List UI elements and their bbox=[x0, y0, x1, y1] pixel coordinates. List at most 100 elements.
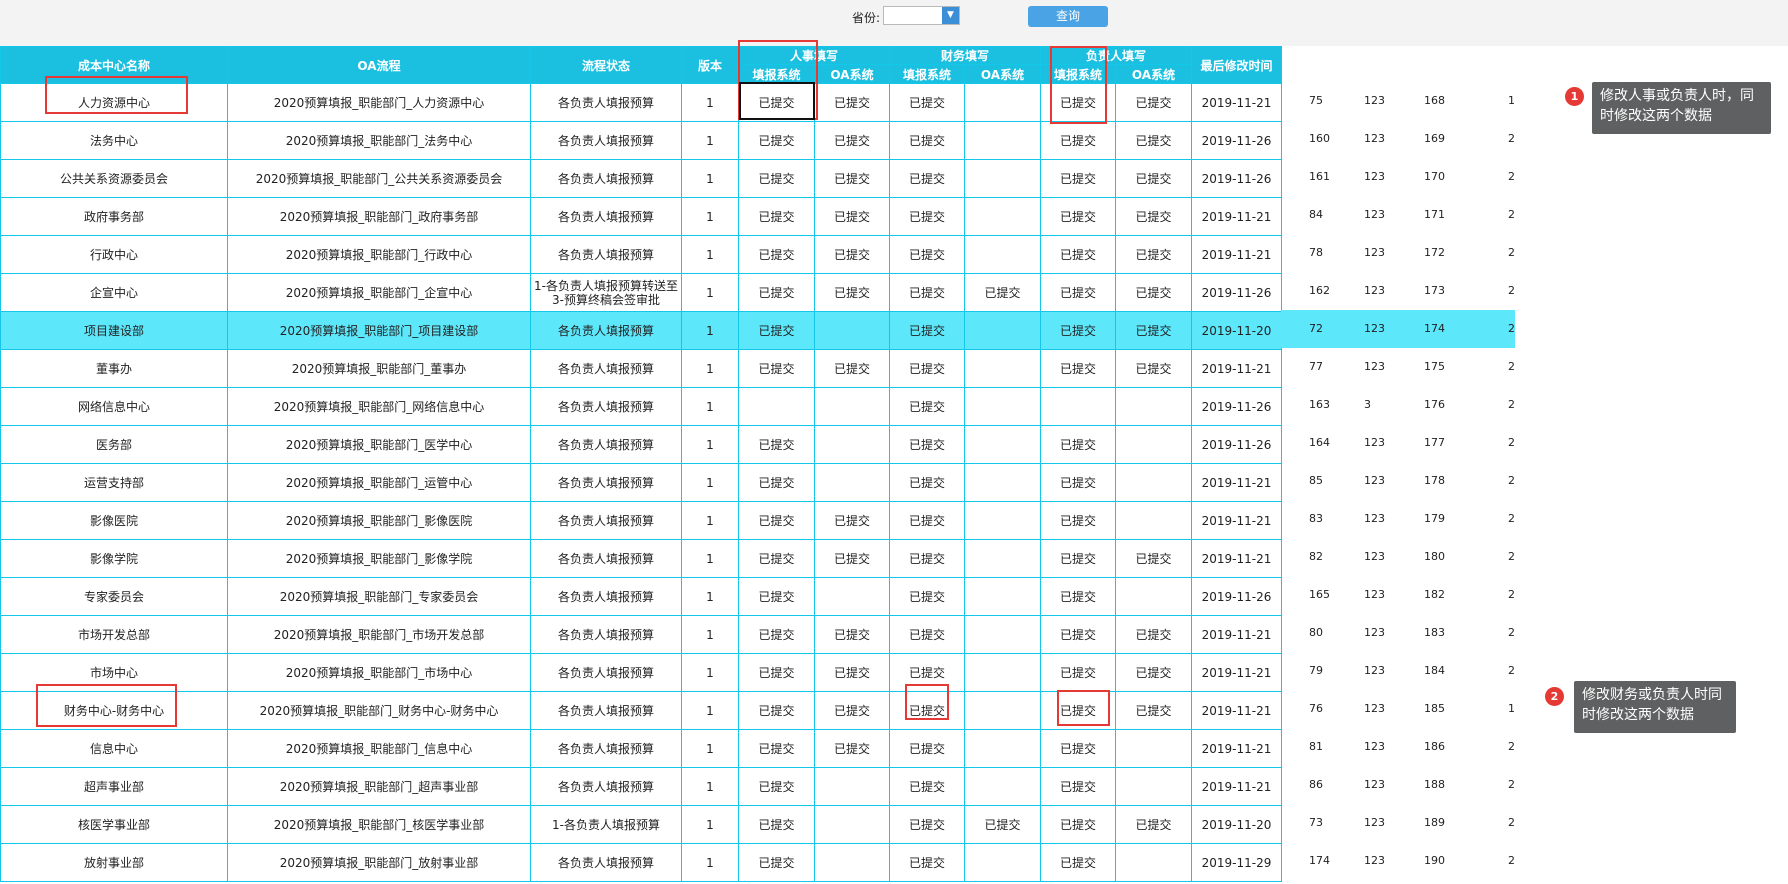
cell-fin-fill[interactable]: 已提交 bbox=[889, 121, 965, 160]
cell-owner-oa[interactable] bbox=[1115, 425, 1192, 464]
cell-hr-oa[interactable]: 已提交 bbox=[814, 615, 890, 654]
table-row[interactable]: 专家委员会 2020预算填报_职能部门_专家委员会 各负责人填报预算 1 已提交 已提交已… bbox=[0, 577, 1282, 616]
cell-hr-oa[interactable] bbox=[814, 311, 890, 350]
cell-hr-fill[interactable]: 已提交 bbox=[738, 653, 815, 692]
cell-owner-fill[interactable]: 已提交 bbox=[1040, 615, 1116, 654]
cell-owner-oa[interactable]: 已提交 bbox=[1115, 121, 1192, 160]
table-row[interactable]: 影像学院 2020预算填报_职能部门_影像学院 各负责人填报预算 1 已提交 已提交 已提交… bbox=[0, 539, 1282, 578]
cell-fin-oa[interactable] bbox=[964, 349, 1041, 388]
cell-hr-fill[interactable]: 已提交 bbox=[738, 463, 815, 502]
table-row[interactable]: 超声事业部 2020预算填报_职能部门_超声事业部 各负责人填报预算 1 已提交 已提交已… bbox=[0, 767, 1282, 806]
cell-fin-oa[interactable] bbox=[964, 653, 1041, 692]
cell-fin-oa[interactable]: 已提交 bbox=[964, 805, 1041, 844]
cell-fin-fill[interactable]: 已提交 bbox=[889, 767, 965, 806]
cell-fin-fill[interactable]: 已提交 bbox=[889, 273, 965, 312]
cell-hr-oa[interactable] bbox=[814, 767, 890, 806]
cell-fin-oa[interactable] bbox=[964, 501, 1041, 540]
cell-owner-oa[interactable]: 已提交 bbox=[1115, 83, 1192, 122]
cell-hr-oa[interactable] bbox=[814, 463, 890, 502]
cell-owner-fill[interactable]: 已提交 bbox=[1040, 349, 1116, 388]
cell-fin-fill[interactable]: 已提交 bbox=[889, 349, 965, 388]
cell-owner-fill[interactable]: 已提交 bbox=[1040, 273, 1116, 312]
table-row[interactable]: 项目建设部 2020预算填报_职能部门_项目建设部 各负责人填报预算 1 已提交 已提交已… bbox=[0, 311, 1282, 350]
cell-owner-oa[interactable]: 已提交 bbox=[1115, 653, 1192, 692]
cell-fin-oa[interactable] bbox=[964, 729, 1041, 768]
cell-fin-oa[interactable] bbox=[964, 691, 1041, 730]
province-select[interactable]: ▼ bbox=[883, 6, 960, 25]
cell-fin-fill[interactable]: 已提交 bbox=[889, 83, 965, 122]
cell-owner-fill[interactable]: 已提交 bbox=[1040, 463, 1116, 502]
cell-hr-fill[interactable]: 已提交 bbox=[738, 805, 815, 844]
cell-fin-oa[interactable] bbox=[964, 615, 1041, 654]
cell-owner-fill[interactable]: 已提交 bbox=[1040, 539, 1116, 578]
cell-hr-fill[interactable]: 已提交 bbox=[738, 425, 815, 464]
cell-hr-fill[interactable]: 已提交 bbox=[738, 311, 815, 350]
cell-hr-fill[interactable]: 已提交 bbox=[738, 843, 815, 882]
cell-owner-fill[interactable]: 已提交 bbox=[1040, 121, 1116, 160]
cell-hr-fill[interactable]: 已提交 bbox=[738, 729, 815, 768]
cell-hr-oa[interactable] bbox=[814, 425, 890, 464]
cell-hr-fill[interactable]: 已提交 bbox=[738, 235, 815, 274]
table-row[interactable]: 董事办 2020预算填报_职能部门_董事办 各负责人填报预算 1 已提交 已提交 已提交 已提… bbox=[0, 349, 1282, 388]
cell-fin-fill[interactable]: 已提交 bbox=[889, 577, 965, 616]
table-row[interactable]: 运营支持部 2020预算填报_职能部门_运管中心 各负责人填报预算 1 已提交 已提交 已提… bbox=[0, 463, 1282, 502]
cell-owner-fill[interactable] bbox=[1040, 387, 1116, 426]
cell-fin-oa[interactable] bbox=[964, 577, 1041, 616]
table-row[interactable]: 市场中心 2020预算填报_职能部门_市场中心 各负责人填报预算 1 已提交 已提交 已提交… bbox=[0, 653, 1282, 692]
cell-owner-fill[interactable]: 已提交 bbox=[1040, 83, 1116, 122]
cell-hr-oa[interactable]: 已提交 bbox=[814, 83, 890, 122]
cell-fin-fill[interactable]: 已提交 bbox=[889, 311, 965, 350]
cell-owner-oa[interactable]: 已提交 bbox=[1115, 159, 1192, 198]
cell-owner-oa[interactable] bbox=[1115, 729, 1192, 768]
cell-owner-fill[interactable]: 已提交 bbox=[1040, 311, 1116, 350]
cell-owner-fill[interactable]: 已提交 bbox=[1040, 729, 1116, 768]
cell-owner-oa[interactable] bbox=[1115, 463, 1192, 502]
cell-fin-oa[interactable] bbox=[964, 767, 1041, 806]
cell-hr-fill[interactable]: 已提交 bbox=[738, 691, 815, 730]
cell-fin-fill[interactable]: 已提交 bbox=[889, 615, 965, 654]
cell-owner-oa[interactable] bbox=[1115, 577, 1192, 616]
cell-owner-fill[interactable]: 已提交 bbox=[1040, 197, 1116, 236]
cell-fin-fill[interactable]: 已提交 bbox=[889, 463, 965, 502]
cell-owner-oa[interactable]: 已提交 bbox=[1115, 615, 1192, 654]
cell-owner-oa[interactable] bbox=[1115, 501, 1192, 540]
cell-fin-fill[interactable]: 已提交 bbox=[889, 691, 965, 730]
cell-hr-oa[interactable]: 已提交 bbox=[814, 653, 890, 692]
cell-hr-oa[interactable] bbox=[814, 387, 890, 426]
cell-fin-oa[interactable] bbox=[964, 539, 1041, 578]
cell-fin-fill[interactable]: 已提交 bbox=[889, 387, 965, 426]
cell-owner-fill[interactable]: 已提交 bbox=[1040, 843, 1116, 882]
cell-fin-fill[interactable]: 已提交 bbox=[889, 653, 965, 692]
cell-owner-oa[interactable]: 已提交 bbox=[1115, 197, 1192, 236]
cell-owner-fill[interactable]: 已提交 bbox=[1040, 767, 1116, 806]
cell-hr-oa[interactable]: 已提交 bbox=[814, 235, 890, 274]
cell-fin-oa[interactable] bbox=[964, 425, 1041, 464]
cell-fin-oa[interactable] bbox=[964, 121, 1041, 160]
cell-owner-fill[interactable]: 已提交 bbox=[1040, 235, 1116, 274]
table-row[interactable]: 公共关系资源委员会 2020预算填报_职能部门_公共关系资源委员会 各负责人填报预算… bbox=[0, 159, 1282, 198]
cell-owner-fill[interactable]: 已提交 bbox=[1040, 805, 1116, 844]
cell-hr-oa[interactable]: 已提交 bbox=[814, 691, 890, 730]
cell-hr-fill[interactable]: 已提交 bbox=[738, 767, 815, 806]
cell-hr-oa[interactable]: 已提交 bbox=[814, 121, 890, 160]
cell-owner-fill[interactable]: 已提交 bbox=[1040, 501, 1116, 540]
cell-hr-oa[interactable]: 已提交 bbox=[814, 349, 890, 388]
table-row[interactable]: 影像医院 2020预算填报_职能部门_影像医院 各负责人填报预算 1 已提交 已提交 已提交… bbox=[0, 501, 1282, 540]
cell-hr-oa[interactable]: 已提交 bbox=[814, 729, 890, 768]
table-row[interactable]: 网络信息中心 2020预算填报_职能部门_网络信息中心 各负责人填报预算 1 已提交 20… bbox=[0, 387, 1282, 426]
cell-hr-oa[interactable]: 已提交 bbox=[814, 159, 890, 198]
table-row[interactable]: 政府事务部 2020预算填报_职能部门_政府事务部 各负责人填报预算 1 已提交 已提交已… bbox=[0, 197, 1282, 236]
cell-owner-oa[interactable]: 已提交 bbox=[1115, 273, 1192, 312]
cell-hr-fill[interactable] bbox=[738, 387, 815, 426]
cell-hr-fill[interactable]: 已提交 bbox=[738, 159, 815, 198]
cell-owner-oa[interactable]: 已提交 bbox=[1115, 805, 1192, 844]
cell-fin-oa[interactable] bbox=[964, 83, 1041, 122]
cell-fin-oa[interactable] bbox=[964, 387, 1041, 426]
cell-owner-oa[interactable] bbox=[1115, 843, 1192, 882]
cell-hr-oa[interactable]: 已提交 bbox=[814, 197, 890, 236]
table-row[interactable]: 放射事业部 2020预算填报_职能部门_放射事业部 各负责人填报预算 1 已提交 已提交已… bbox=[0, 843, 1282, 882]
cell-hr-fill[interactable]: 已提交 bbox=[738, 615, 815, 654]
cell-owner-fill[interactable]: 已提交 bbox=[1040, 159, 1116, 198]
cell-hr-fill[interactable]: 已提交 bbox=[738, 501, 815, 540]
table-row[interactable]: 核医学事业部 2020预算填报_职能部门_核医学事业部 1-各负责人填报预算 1 已提交… bbox=[0, 805, 1282, 844]
